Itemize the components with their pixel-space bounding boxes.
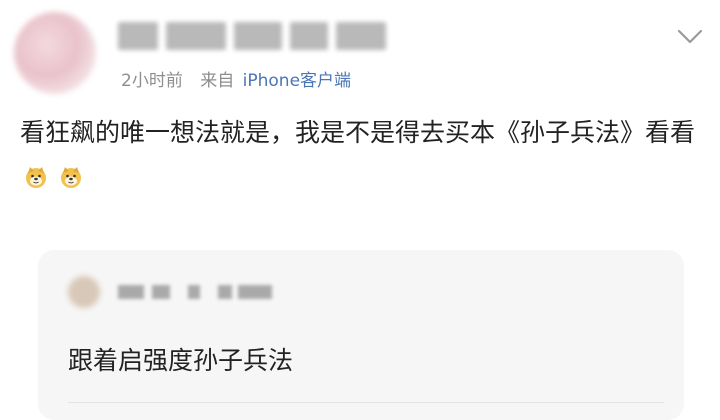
comment-username-blurred[interactable] xyxy=(118,280,338,304)
post-text-content: 看狂飙的唯一想法就是，我是不是得去买本《孙子兵法》看看 xyxy=(20,118,696,147)
comment-card[interactable]: 跟着启强度孙子兵法 xyxy=(38,250,684,420)
post-text: 看狂飙的唯一想法就是，我是不是得去买本《孙子兵法》看看 xyxy=(20,112,710,197)
doge-icon xyxy=(26,167,46,188)
chevron-down-icon[interactable] xyxy=(676,26,704,46)
source-client-link[interactable]: iPhone客户端 xyxy=(243,71,351,91)
divider xyxy=(68,402,664,403)
post-meta: 2小时前 来自 iPhone客户端 xyxy=(121,66,351,91)
post-header: 2小时前 来自 iPhone客户端 xyxy=(0,0,720,100)
comment-avatar[interactable] xyxy=(68,276,100,308)
username-blurred[interactable] xyxy=(118,16,388,56)
post-time: 2小时前 xyxy=(121,71,183,91)
emoji-row xyxy=(24,155,86,197)
comment-text: 跟着启强度孙子兵法 xyxy=(68,346,294,375)
source-label: 来自 xyxy=(200,71,235,91)
doge-icon xyxy=(60,167,81,188)
avatar[interactable] xyxy=(14,12,96,94)
